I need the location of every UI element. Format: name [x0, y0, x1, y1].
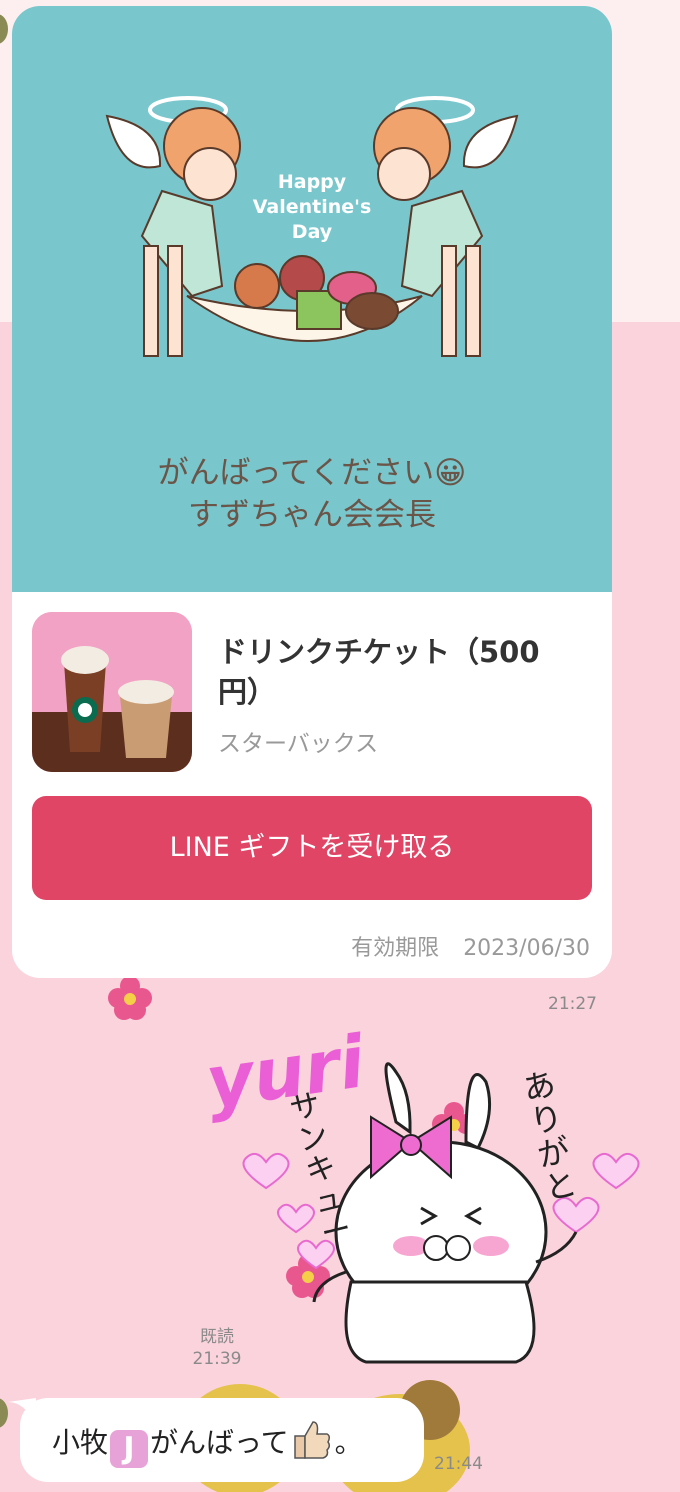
message-text: 小牧 J がんばって 。 — [52, 1420, 363, 1468]
gift-banner: Happy Valentine's Day がんばってください😀 すずちゃん会会… — [12, 6, 612, 592]
reply-time: 21:44 — [434, 1454, 483, 1474]
thumbs-up-icon — [293, 1421, 330, 1459]
gift-message-line2: すずちゃん会会長 — [188, 497, 436, 533]
sticker-time: 21:39 — [192, 1349, 242, 1369]
product-image[interactable] — [32, 612, 192, 772]
product-name: ドリンクチケット（500円） — [218, 635, 540, 709]
gift-card-message[interactable]: Happy Valentine's Day がんばってください😀 すずちゃん会会… — [12, 6, 612, 978]
expiry-label: 有効期限 — [351, 936, 440, 961]
sender-avatar[interactable] — [0, 1398, 8, 1428]
message-text-start: 小牧 — [52, 1426, 109, 1459]
message-time: 21:27 — [548, 994, 597, 1014]
j-emoji-icon: J — [110, 1430, 149, 1468]
expiry-date: 2023/06/30 — [463, 936, 590, 961]
bubble-tail — [8, 1398, 36, 1424]
gift-message-line1: がんばってください😀 — [157, 455, 467, 491]
expiry-info: 有効期限 2023/06/30 — [351, 930, 590, 962]
incoming-message-bubble[interactable]: 小牧 J がんばって 。 — [8, 1398, 424, 1482]
product-brand: スターバックス — [218, 731, 379, 757]
message-text-middle: がんばって — [150, 1426, 289, 1459]
read-label: 既読 — [200, 1327, 234, 1347]
rabbit-sticker[interactable]: yuri サンキュー ありがと — [196, 1012, 646, 1372]
drink-icon — [32, 612, 192, 772]
flower-decoration — [108, 976, 152, 1020]
read-status: 既読 21:39 — [185, 1326, 249, 1370]
gift-message: がんばってください😀 すずちゃん会会長 — [12, 452, 612, 536]
receive-gift-button[interactable]: LINE ギフトを受け取る — [32, 796, 592, 900]
message-text-end: 。 — [334, 1426, 363, 1459]
banner-title: Happy Valentine's Day — [252, 171, 372, 243]
